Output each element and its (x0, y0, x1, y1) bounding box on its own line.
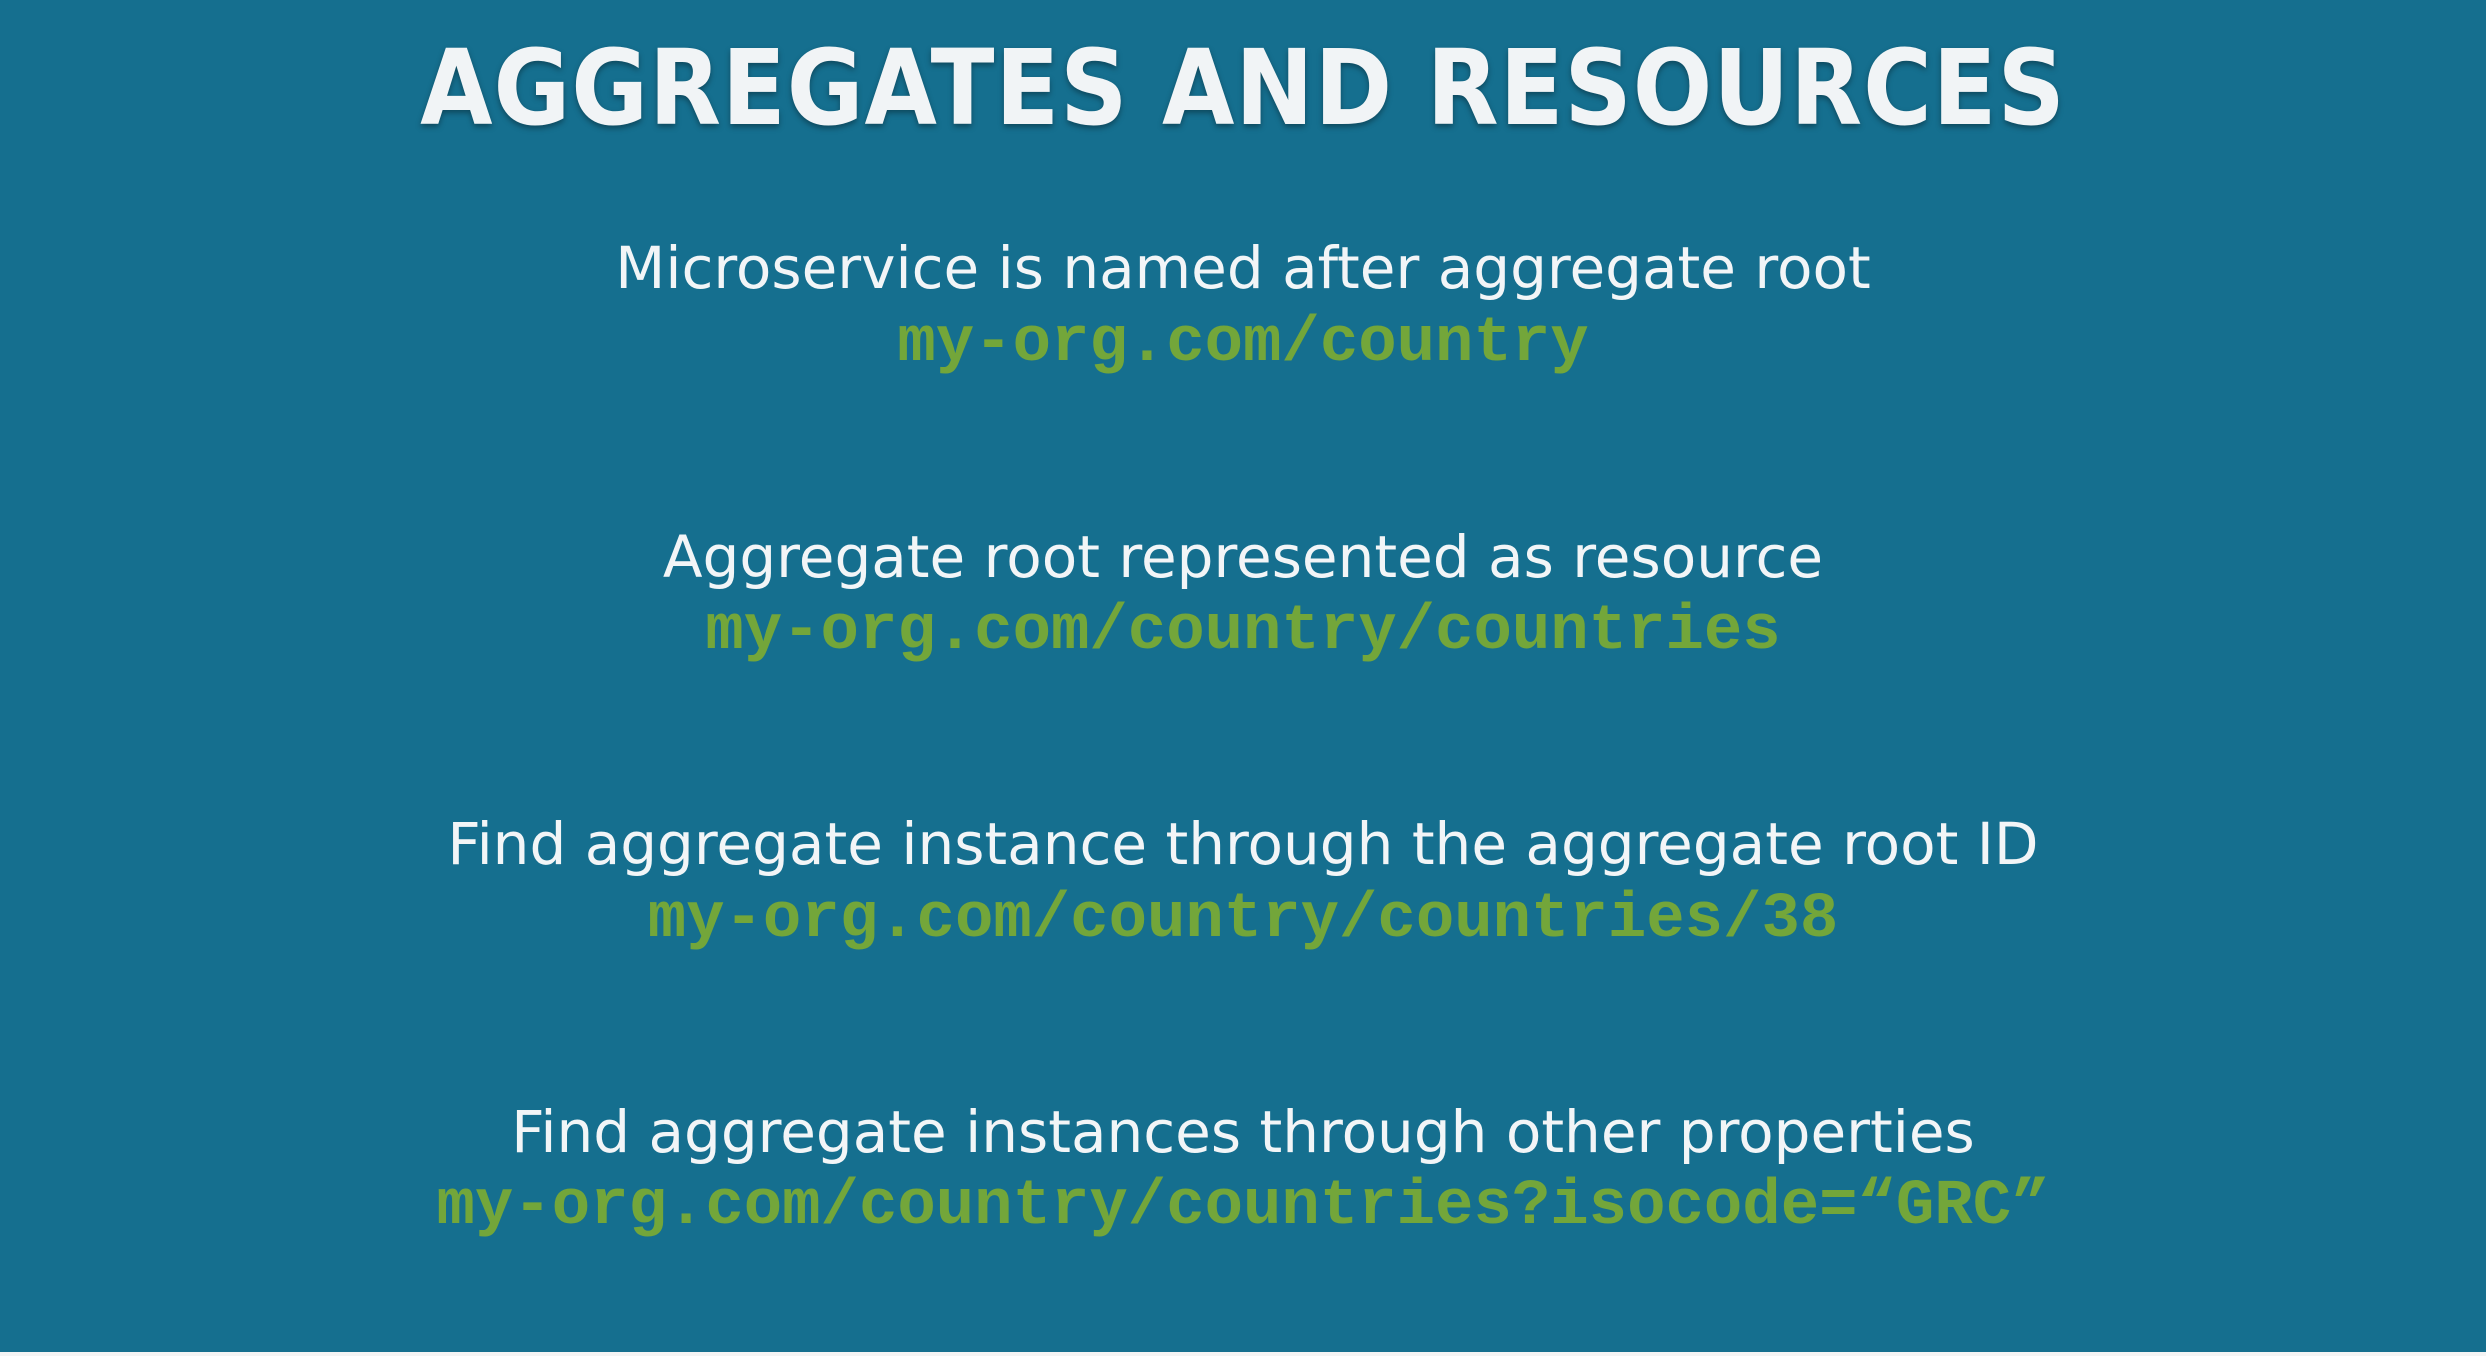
item-caption-resource: Aggregate root represented as resource (662, 523, 1824, 591)
item-caption-instance-properties: Find aggregate instances through other p… (511, 1098, 1975, 1166)
bottom-border (0, 1352, 2486, 1356)
item-url-instance-id: my-org.com/country/countries/38 (647, 884, 1839, 956)
item-url-microservice: my-org.com/country (897, 308, 1589, 380)
item-url-instance-properties: my-org.com/country/countries?isocode=“GR… (436, 1171, 2050, 1243)
slide-title: AGGREGATES AND RESOURCES (420, 27, 2066, 149)
slide: AGGREGATES AND RESOURCES Microservice is… (0, 0, 2486, 1352)
item-caption-microservice: Microservice is named after aggregate ro… (615, 234, 1871, 302)
item-caption-instance-id: Find aggregate instance through the aggr… (447, 810, 2039, 878)
item-url-resource: my-org.com/country/countries (705, 596, 1781, 668)
